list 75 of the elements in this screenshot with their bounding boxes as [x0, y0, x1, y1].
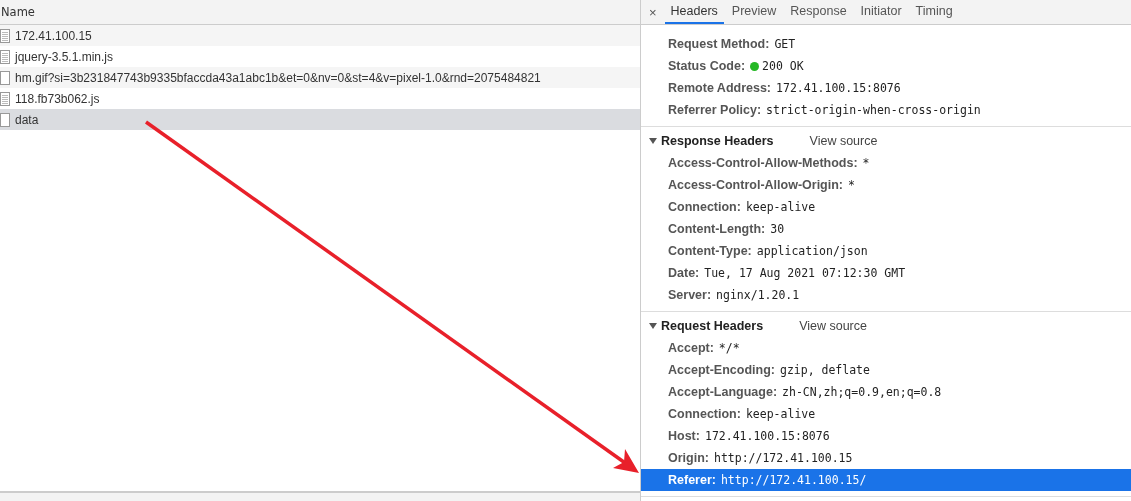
request-name: 118.fb73b062.js: [15, 91, 100, 106]
header-name: Accept-Encoding:: [668, 363, 775, 377]
header-name: Origin:: [668, 451, 709, 465]
header-value: nginx/1.20.1: [716, 288, 800, 302]
header-value: strict-origin-when-cross-origin: [766, 103, 981, 117]
request-name: 172.41.100.15: [15, 28, 92, 43]
header-value: 172.41.100.15:8076: [776, 81, 901, 95]
tab[interactable]: Initiator: [854, 0, 908, 24]
tab[interactable]: Preview: [725, 0, 783, 24]
tab[interactable]: Headers: [664, 0, 724, 24]
header-row[interactable]: Accept-Language: zh-CN,zh;q=0.9,en;q=0.8: [641, 381, 1131, 403]
header-value: 172.41.100.15:8076: [704, 429, 830, 443]
header-name: Access-Control-Allow-Origin:: [668, 178, 843, 192]
header-value: http://172.41.100.15/: [720, 473, 867, 487]
blank-file-icon: [0, 70, 10, 85]
header-value: keep-alive: [745, 407, 816, 421]
header-name: Content-Type:: [668, 244, 752, 258]
header-row[interactable]: Content-Length: 30: [641, 218, 1131, 240]
header-name: Date:: [668, 266, 700, 280]
header-name: Referrer Policy:: [668, 103, 762, 117]
header-name: Connection:: [668, 200, 741, 214]
header-value: keep-alive: [745, 200, 816, 214]
header-name: Request Method:: [668, 37, 770, 51]
header-value: GET: [774, 37, 796, 51]
header-name: Accept-Language:: [668, 385, 778, 399]
header-name: Server:: [668, 288, 712, 302]
header-value: *: [862, 156, 870, 170]
column-header[interactable]: Name: [0, 5, 35, 19]
header-value: zh-CN,zh;q=0.9,en;q=0.8: [782, 385, 942, 399]
header-name: Host:: [668, 429, 700, 443]
header-row[interactable]: Host: 172.41.100.15:8076: [641, 425, 1131, 447]
header-row[interactable]: Access-Control-Allow-Origin: *: [641, 174, 1131, 196]
tab[interactable]: Timing: [909, 0, 959, 24]
header-value: application/json: [756, 244, 868, 258]
document-icon: [0, 28, 10, 43]
header-name: Content-Length:: [668, 222, 766, 236]
header-row[interactable]: Server: nginx/1.20.1: [641, 284, 1131, 306]
header-row[interactable]: Access-Control-Allow-Methods: *: [641, 152, 1131, 174]
header-row[interactable]: Accept: */*: [641, 337, 1131, 359]
header-value: 200 OK: [762, 59, 804, 73]
request-name: hm.gif?si=3b231847743b9335bfaccda43a1abc1b&et=0&nv=0&st=4&v=pixel-1.0&rnd=2075484821: [15, 70, 541, 85]
header-value: Tue, 17 Aug 2021 07:12:30 GMT: [704, 266, 906, 280]
header-value: gzip, deflate: [779, 363, 870, 377]
header-name: Referer:: [668, 473, 716, 487]
request-row[interactable]: hm.gif?si=3b231847743b9335bfaccda43a1abc1b&et=0&nv=0&st=4&v=pixel-1.0&rnd=2075484821: [0, 67, 640, 88]
header-value: http://172.41.100.15: [713, 451, 853, 465]
request-name: data: [15, 112, 39, 127]
header-value: *: [848, 178, 855, 192]
document-icon: [0, 49, 10, 64]
header-name: Remote Address:: [668, 81, 772, 95]
header-value: 30: [770, 222, 785, 236]
header-name: Status Code:: [668, 59, 746, 73]
request-name: jquery-3.5.1.min.js: [15, 49, 114, 64]
header-name: Access-Control-Allow-Methods:: [668, 156, 858, 170]
header-name: Connection:: [668, 407, 741, 421]
section-toggle[interactable]: Response Headers: [649, 134, 774, 148]
header-row[interactable]: Date: Tue, 17 Aug 2021 07:12:30 GMT: [641, 262, 1131, 284]
header-name: Accept:: [668, 341, 714, 355]
header-row[interactable]: Referer: http://172.41.100.15/: [641, 469, 1131, 491]
status-dot-icon: [750, 61, 760, 71]
request-row[interactable]: 172.41.100.15: [0, 25, 640, 46]
header-row[interactable]: Origin: http://172.41.100.15: [641, 447, 1131, 469]
header-row[interactable]: Accept-Encoding: gzip, deflate: [641, 359, 1131, 381]
header-row[interactable]: Connection: keep-alive: [641, 196, 1131, 218]
view-source-link[interactable]: View source: [809, 134, 878, 148]
tab[interactable]: Response: [784, 0, 853, 24]
blank-file-icon: [0, 112, 10, 127]
view-source-link[interactable]: View source: [799, 319, 867, 333]
request-row[interactable]: data: [0, 109, 640, 130]
header-value: */*: [718, 341, 740, 355]
document-icon: [0, 91, 10, 106]
section-toggle[interactable]: Request Headers: [649, 319, 764, 333]
close-button[interactable]: ×: [641, 0, 665, 24]
header-row[interactable]: Connection: keep-alive: [641, 403, 1131, 425]
header-row[interactable]: Content-Type: application/json: [641, 240, 1131, 262]
